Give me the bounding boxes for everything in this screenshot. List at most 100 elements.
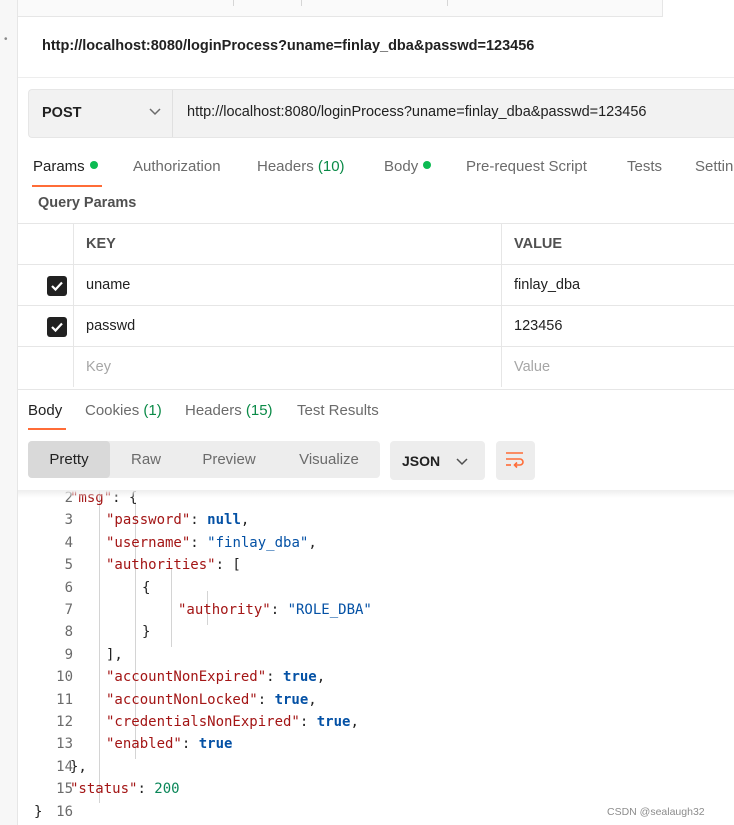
tab-headers-label: Headers bbox=[257, 158, 314, 175]
code-text: "authorities": [ bbox=[106, 557, 241, 573]
code-token: "username" bbox=[106, 534, 191, 551]
code-line: 3 "password": null, bbox=[18, 512, 734, 534]
new-key-input[interactable]: Key bbox=[74, 347, 502, 387]
param-key-cell[interactable]: passwd bbox=[74, 306, 502, 346]
method-select[interactable]: POST bbox=[29, 90, 173, 137]
code-token: , bbox=[350, 714, 359, 730]
tab-params[interactable]: Params bbox=[33, 158, 98, 175]
code-token: : bbox=[181, 736, 199, 753]
code-token: true bbox=[283, 669, 317, 686]
tab-authorization[interactable]: Authorization bbox=[133, 158, 221, 175]
wrap-lines-button[interactable] bbox=[496, 441, 535, 480]
response-tab-cookies-label: Cookies bbox=[85, 402, 140, 419]
tab-settings[interactable]: Settings bbox=[695, 158, 734, 175]
value-column-header: VALUE bbox=[502, 224, 734, 264]
response-body-code[interactable]: 2 "msg": {3 "password": null, 4 "username": … bbox=[18, 490, 734, 825]
left-sidebar-strip: • bbox=[0, 0, 18, 825]
code-text: "credentialsNonExpired": true, bbox=[106, 714, 359, 730]
code-token: 200 bbox=[154, 781, 180, 798]
code-text: ], bbox=[106, 647, 123, 663]
code-token: : bbox=[266, 669, 284, 686]
response-tab-test-results[interactable]: Test Results bbox=[297, 402, 379, 419]
line-number: 6 bbox=[64, 579, 73, 596]
code-line: 5 "authorities": [ bbox=[18, 557, 734, 579]
code-token: true bbox=[316, 714, 351, 730]
code-line: 4 "username": "finlay_dba", bbox=[18, 535, 734, 557]
chevron-down-icon bbox=[456, 458, 468, 466]
response-tab-headers[interactable]: Headers (15) bbox=[185, 402, 273, 419]
response-headers-count: (15) bbox=[245, 402, 273, 419]
code-line: 9], bbox=[18, 647, 734, 669]
tab-separator bbox=[301, 0, 302, 6]
top-tab-strip bbox=[18, 0, 734, 17]
param-key: passwd bbox=[86, 318, 136, 334]
active-request-tab[interactable] bbox=[662, 0, 734, 17]
code-token: "enabled" bbox=[106, 736, 182, 753]
code-text: "accountNonLocked": true, bbox=[106, 692, 317, 708]
param-key-cell[interactable]: uname bbox=[74, 265, 502, 305]
table-header-row: KEY VALUE bbox=[18, 224, 734, 265]
checkmark-icon bbox=[51, 281, 63, 292]
method-label: POST bbox=[42, 105, 82, 121]
line-number: 4 bbox=[64, 534, 73, 551]
url-input[interactable]: http://localhost:8080/loginProcess?uname… bbox=[187, 104, 647, 120]
tab-prerequest-script[interactable]: Pre-request Script bbox=[466, 158, 587, 175]
response-tab-body[interactable]: Body bbox=[28, 402, 62, 419]
line-number: 10 bbox=[56, 669, 73, 686]
code-token: , bbox=[308, 534, 317, 551]
code-token: "password" bbox=[106, 512, 191, 529]
response-tab-cookies[interactable]: Cookies (1) bbox=[85, 402, 162, 419]
active-response-tab-underline bbox=[28, 428, 66, 430]
format-select[interactable]: JSON bbox=[390, 441, 485, 480]
response-panel: Body Cookies (1) Headers (15) Test Resul… bbox=[18, 389, 734, 825]
code-text: "status": 200 bbox=[70, 781, 180, 797]
code-token: "credentialsNonExpired" bbox=[106, 714, 300, 730]
param-value-cell[interactable]: finlay_dba bbox=[502, 265, 734, 305]
row-checkbox[interactable] bbox=[47, 317, 67, 337]
sidebar-marker-icon: • bbox=[4, 34, 8, 45]
body-status-dot bbox=[423, 161, 432, 169]
code-token: : bbox=[299, 714, 317, 730]
param-value-cell[interactable]: 123456 bbox=[502, 306, 734, 346]
response-tabs: Body Cookies (1) Headers (15) Test Resul… bbox=[18, 390, 734, 434]
code-token: "ROLE_DBA" bbox=[287, 602, 372, 618]
tab-body[interactable]: Body bbox=[384, 158, 432, 175]
table-row-empty: Key Value bbox=[18, 347, 734, 388]
code-token: } bbox=[142, 624, 151, 641]
view-preview-button[interactable]: Preview bbox=[189, 441, 269, 478]
code-text: "authority": "ROLE_DBA" bbox=[178, 602, 372, 618]
row-checkbox[interactable] bbox=[47, 276, 67, 296]
line-number: 3 bbox=[64, 512, 73, 529]
code-token: , bbox=[316, 669, 326, 686]
format-label: JSON bbox=[402, 453, 441, 469]
code-line: 13 "enabled": true bbox=[18, 736, 734, 758]
tab-tests[interactable]: Tests bbox=[627, 158, 662, 175]
tab-headers[interactable]: Headers (10) bbox=[257, 158, 345, 175]
code-line: 11 "accountNonLocked": true, bbox=[18, 692, 734, 714]
view-visualize-button[interactable]: Visualize bbox=[284, 441, 374, 478]
code-line: 15 "status": 200 bbox=[18, 781, 734, 803]
code-text: "enabled": true bbox=[106, 736, 232, 752]
query-params-label: Query Params bbox=[38, 195, 137, 211]
response-tab-headers-label: Headers bbox=[185, 402, 242, 419]
tab-headers-count: (10) bbox=[317, 158, 345, 175]
new-value-input[interactable]: Value bbox=[502, 347, 734, 387]
code-text: "username": "finlay_dba", bbox=[106, 535, 317, 551]
view-raw-button[interactable]: Raw bbox=[116, 441, 176, 478]
code-token: "authority" bbox=[178, 602, 271, 618]
code-token: "authorities" bbox=[106, 557, 216, 574]
view-pretty-button[interactable]: Pretty bbox=[28, 441, 110, 478]
line-number: 8 bbox=[64, 624, 73, 641]
code-token: "finlay_dba" bbox=[207, 534, 309, 551]
code-token: "accountNonLocked" bbox=[106, 691, 258, 708]
params-status-dot bbox=[89, 161, 98, 169]
cookies-count: (1) bbox=[143, 402, 162, 419]
wrap-lines-icon bbox=[506, 452, 524, 469]
code-text: { bbox=[142, 580, 150, 596]
code-text: } bbox=[34, 804, 42, 820]
title-divider bbox=[18, 77, 734, 78]
code-line: 10 "accountNonExpired": true, bbox=[18, 669, 734, 691]
line-number: 5 bbox=[64, 557, 73, 574]
watermark: CSDN @sealaugh32 bbox=[607, 806, 705, 818]
request-bar: POST http://localhost:8080/loginProcess?… bbox=[28, 89, 734, 138]
